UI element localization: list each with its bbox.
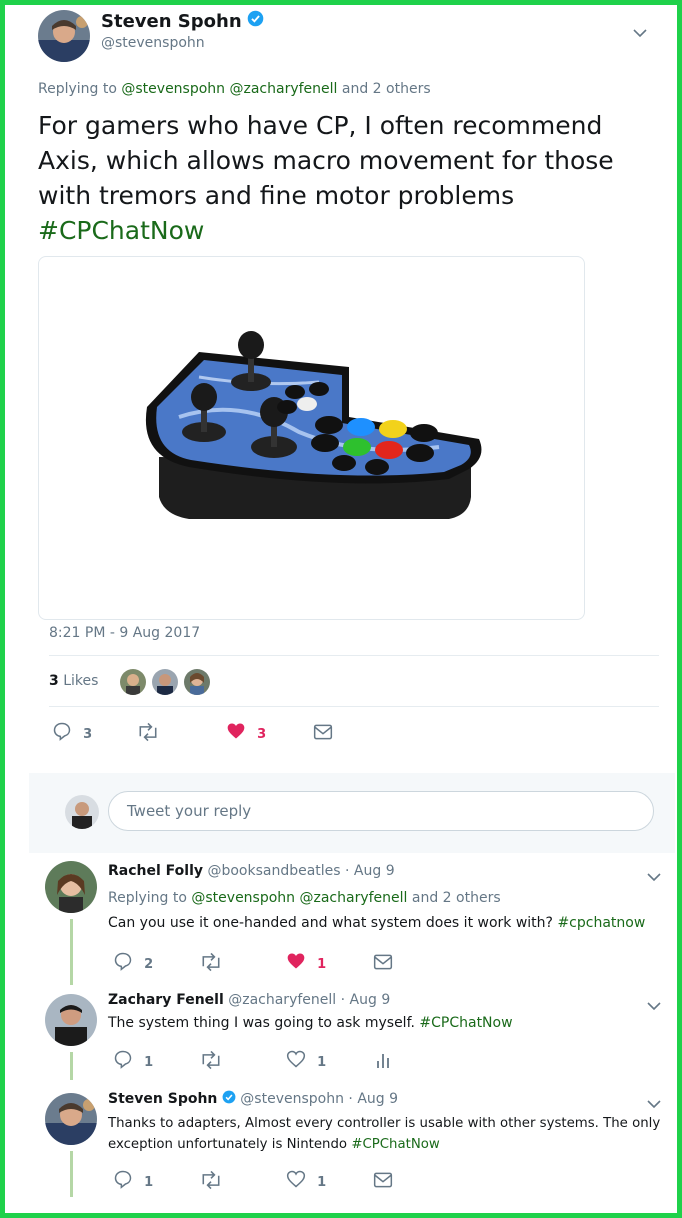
reply-date[interactable]: · Aug 9 [345,863,395,879]
author-handle[interactable]: @stevenspohn [101,35,205,51]
arcade-stick-controller-illustration [145,331,482,519]
liker-avatar[interactable] [120,669,146,695]
thread-line [70,919,73,985]
reply-date[interactable]: · Aug 9 [348,1091,398,1107]
envelope-icon [373,953,393,975]
direct-message-button[interactable] [373,1171,393,1193]
chevron-down-icon[interactable] [647,1094,661,1113]
thread-line [70,1052,73,1080]
replying-to-line: Replying to @stevenspohn @zacharyfenell … [108,890,501,906]
chevron-down-icon[interactable] [647,867,661,886]
thread-line [70,1151,73,1197]
reply-author-name[interactable]: Zachary Fenell [108,992,224,1008]
analytics-button[interactable] [375,1051,391,1073]
tweet-timestamp[interactable]: 8:21 PM - 9 Aug 2017 [49,625,200,641]
heart-outline-icon [286,1049,306,1073]
heart-outline-icon [286,1169,306,1193]
like-button[interactable]: 3 [226,721,266,745]
reply-button[interactable]: 1 [113,1169,153,1193]
reply-button[interactable]: 3 [52,721,92,745]
retweet-icon [199,952,223,976]
reply-icon [52,721,72,745]
liker-avatar[interactable] [184,669,210,695]
verified-badge-icon [247,10,264,34]
hashtag-link[interactable]: #CPChatNow [38,216,204,245]
heart-filled-icon [226,721,246,745]
retweet-icon [199,1050,223,1074]
direct-message-button[interactable] [373,953,393,975]
reply-text: Can you use it one-handed and what syste… [108,915,646,931]
replying-to-line: Replying to @stevenspohn @zacharyfenell … [38,81,431,97]
analytics-bars-icon [375,1051,391,1073]
envelope-icon [373,1171,393,1193]
reply-date[interactable]: · Aug 9 [341,992,391,1008]
retweet-button[interactable] [136,722,160,746]
divider [49,706,659,707]
hashtag-link[interactable]: #cpchatnow [557,915,645,931]
hashtag-link[interactable]: #CPChatNow [351,1137,439,1152]
reply-icon [113,1169,133,1193]
author-avatar[interactable] [38,10,90,62]
current-user-avatar [65,795,99,829]
reply-author-name[interactable]: Rachel Folly [108,863,203,879]
retweet-button[interactable] [199,1050,223,1074]
retweet-button[interactable] [199,1170,223,1194]
retweet-button[interactable] [199,952,223,976]
reply-author-name[interactable]: Steven Spohn [108,1091,217,1107]
reply-avatar[interactable] [45,994,97,1046]
liker-avatar[interactable] [152,669,178,695]
reply-button[interactable]: 2 [113,951,153,975]
replying-to-users-link[interactable]: @stevenspohn @zacharyfenell [121,81,337,97]
likes-summary[interactable]: 3 Likes [49,673,98,689]
reply-author-handle[interactable]: @booksandbeatles [207,863,340,879]
reply-icon [113,951,133,975]
replying-others-link[interactable]: and 2 others [412,890,501,906]
like-button[interactable]: 1 [286,1049,326,1073]
like-button[interactable]: 1 [286,1169,326,1193]
like-button[interactable]: 1 [286,951,326,975]
reply-button[interactable]: 1 [113,1049,153,1073]
reply-author-handle[interactable]: @zacharyfenell [228,992,336,1008]
reply-text: Thanks to adapters, Almost every control… [108,1116,661,1152]
chevron-down-icon[interactable] [633,23,647,42]
reply-avatar[interactable] [45,1093,97,1145]
replying-others-link[interactable]: and 2 others [342,81,431,97]
tweet-frame: { "main_tweet": { "author_name": "Steven… [0,0,682,1218]
verified-badge-icon [222,1090,236,1108]
chevron-down-icon[interactable] [647,996,661,1015]
heart-filled-icon [286,951,306,975]
tweet-reply-input[interactable]: Tweet your reply [108,791,654,831]
reply-text: The system thing I was going to ask myse… [108,1015,513,1031]
author-name[interactable]: Steven Spohn [101,11,242,32]
replying-to-users-link[interactable]: @stevenspohn @zacharyfenell [191,890,407,906]
tweet-media-image[interactable] [38,256,585,620]
reply-icon [113,1049,133,1073]
envelope-icon [313,723,333,745]
direct-message-button[interactable] [313,723,333,745]
divider [49,655,659,656]
tweet-text: For gamers who have CP, I often recommen… [38,111,614,245]
reply-author-handle[interactable]: @stevenspohn [240,1091,344,1107]
hashtag-link[interactable]: #CPChatNow [419,1015,512,1031]
reply-avatar[interactable] [45,861,97,913]
retweet-icon [136,722,160,746]
retweet-icon [199,1170,223,1194]
